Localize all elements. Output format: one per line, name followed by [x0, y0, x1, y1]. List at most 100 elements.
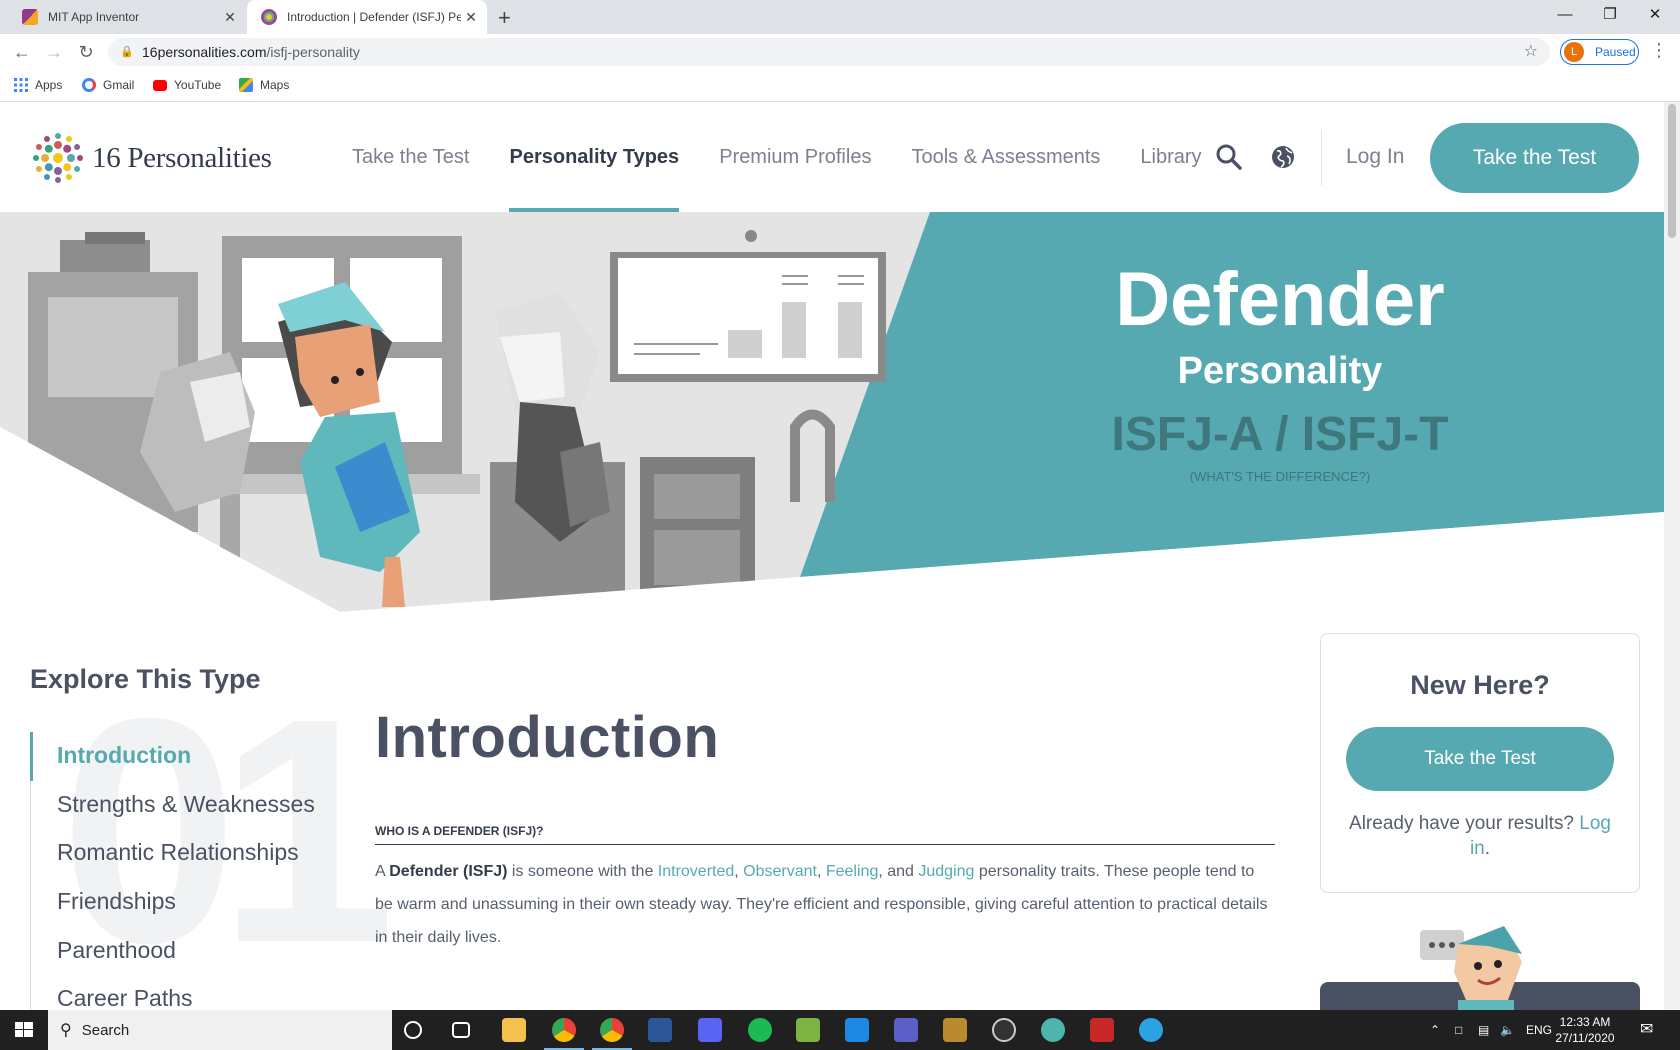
- main-nav: Take the Test Personality Types Premium …: [352, 102, 1242, 212]
- forward-arrow-icon[interactable]: →: [42, 40, 66, 64]
- intro-bold: Defender (ISFJ): [389, 863, 508, 880]
- bookmark-gmail[interactable]: Gmail: [82, 78, 134, 92]
- logo-dot: [55, 133, 61, 139]
- nav-take-the-test[interactable]: Take the Test: [352, 102, 469, 212]
- app-icon[interactable]: [845, 1018, 869, 1042]
- tray-chevron-icon[interactable]: ⌃: [1430, 1010, 1440, 1050]
- login-link[interactable]: Log In: [1346, 102, 1404, 212]
- taskbar-clock[interactable]: 12:33 AM 27/11/2020: [1545, 1014, 1625, 1046]
- address-bar-row: ← → ↻ 🔒 16personalities.com/isfj-persona…: [0, 34, 1680, 70]
- url-host: 16personalities.com: [142, 44, 267, 60]
- search-icon[interactable]: [1214, 142, 1244, 172]
- telegram-icon[interactable]: [1139, 1018, 1163, 1042]
- nav-personality-types[interactable]: Personality Types: [509, 102, 679, 212]
- card-take-the-test-button[interactable]: Take the Test: [1346, 727, 1614, 791]
- whats-the-difference-link[interactable]: (WHAT'S THE DIFFERENCE?): [1000, 469, 1560, 484]
- chrome-profile-icon[interactable]: [600, 1018, 624, 1042]
- network-icon[interactable]: ▤: [1478, 1010, 1489, 1050]
- app-globe-icon[interactable]: [1041, 1018, 1065, 1042]
- reload-icon[interactable]: ↻: [74, 40, 98, 64]
- globe-icon[interactable]: [1268, 142, 1298, 172]
- volume-icon[interactable]: 🔈: [1500, 1010, 1515, 1050]
- bookmark-youtube[interactable]: YouTube: [153, 78, 221, 92]
- logo-dot: [53, 153, 63, 163]
- nav-tools-assessments[interactable]: Tools & Assessments: [911, 102, 1100, 212]
- spotify-icon[interactable]: [748, 1018, 772, 1042]
- bookmark-maps[interactable]: Maps: [239, 78, 289, 92]
- intro-text: , and: [878, 863, 919, 880]
- mit-app-inventor-favicon-icon: [22, 9, 38, 25]
- logo-dot: [44, 144, 53, 153]
- nav-library[interactable]: Library: [1140, 102, 1201, 212]
- hero-title: Defender: [1115, 257, 1445, 342]
- logo-dot: [77, 155, 83, 161]
- minimize-icon[interactable]: —: [1540, 0, 1590, 30]
- logo-dot: [63, 144, 72, 153]
- bookmark-apps[interactable]: Apps: [14, 78, 62, 92]
- sidebar-item-romantic-relationships[interactable]: Romantic Relationships: [30, 829, 315, 878]
- sidebar-item-strengths-weaknesses[interactable]: Strengths & Weaknesses: [30, 781, 315, 830]
- sidebar-item-career-paths[interactable]: Career Paths: [30, 975, 315, 1024]
- browser-menu-icon[interactable]: ⋮: [1650, 40, 1668, 61]
- sidebar-item-friendships[interactable]: Friendships: [30, 878, 315, 927]
- bookmark-star-icon[interactable]: ☆: [1524, 38, 1538, 66]
- card-question: Already have your results?: [1349, 813, 1580, 834]
- tab-title: Introduction | Defender (ISFJ) Per: [287, 10, 461, 24]
- logo-dot: [35, 166, 42, 172]
- sidebar-item-parenthood[interactable]: Parenthood: [30, 927, 315, 976]
- restore-window-icon[interactable]: ❐: [1585, 0, 1635, 30]
- file-explorer-icon[interactable]: [502, 1018, 526, 1042]
- bookmark-label: Gmail: [103, 78, 135, 92]
- logo-dot: [55, 177, 61, 183]
- tab-title: MIT App Inventor: [48, 10, 140, 24]
- task-view-icon[interactable]: [452, 1022, 470, 1038]
- close-tab-icon[interactable]: ✕: [461, 9, 481, 26]
- trait-link-observant[interactable]: Observant: [743, 863, 817, 880]
- nav-premium-profiles[interactable]: Premium Profiles: [719, 102, 871, 212]
- back-arrow-icon[interactable]: ←: [10, 40, 34, 64]
- cortana-icon[interactable]: [404, 1021, 422, 1039]
- scrollbar-thumb[interactable]: [1668, 104, 1676, 238]
- notifications-icon[interactable]: ✉: [1640, 1010, 1653, 1050]
- sidebar-item-introduction[interactable]: Introduction: [30, 732, 315, 781]
- logo-dot: [44, 163, 53, 172]
- logo-dot: [54, 141, 62, 149]
- obs-icon[interactable]: [992, 1018, 1016, 1042]
- card-heading: New Here?: [1410, 670, 1550, 700]
- apps-grid-icon: [14, 78, 28, 92]
- discord-icon[interactable]: [698, 1018, 722, 1042]
- intro-text: A: [375, 863, 390, 880]
- page-scrollbar[interactable]: [1664, 102, 1680, 1010]
- league-icon[interactable]: [943, 1018, 967, 1042]
- tab-16personalities[interactable]: Introduction | Defender (ISFJ) Per ✕: [247, 0, 487, 34]
- trait-link-feeling[interactable]: Feeling: [826, 863, 878, 880]
- word-icon[interactable]: [648, 1018, 672, 1042]
- trait-link-introverted[interactable]: Introverted: [658, 863, 734, 880]
- logo-dot: [63, 163, 72, 172]
- browser-tab-bar: MIT App Inventor ✕ Introduction | Defend…: [0, 0, 1680, 34]
- tab-mit-app-inventor[interactable]: MIT App Inventor ✕: [8, 0, 246, 34]
- maps-pin-icon: [239, 78, 253, 92]
- site-logo[interactable]: 16 Personalities: [32, 132, 272, 184]
- hero-subtitle: Personality: [1177, 350, 1383, 392]
- profile-button[interactable]: L Paused: [1560, 39, 1639, 65]
- teams-icon[interactable]: [894, 1018, 918, 1042]
- 16personalities-favicon-icon: [261, 9, 277, 25]
- close-tab-icon[interactable]: ✕: [220, 9, 240, 26]
- logo-dot: [41, 154, 49, 162]
- logo-dot: [35, 144, 42, 150]
- url-input[interactable]: 🔒 16personalities.com/isfj-personality ☆: [108, 38, 1550, 66]
- filezilla-icon[interactable]: [1090, 1018, 1114, 1042]
- tray-device-icon[interactable]: □: [1455, 1010, 1462, 1050]
- intro-paragraph: A Defender (ISFJ) is someone with the In…: [375, 855, 1275, 954]
- card-period: .: [1484, 838, 1491, 859]
- trait-link-judging[interactable]: Judging: [918, 863, 974, 880]
- youtube-icon: [153, 79, 167, 91]
- logo-dot: [74, 166, 81, 172]
- take-the-test-button[interactable]: Take the Test: [1430, 123, 1639, 193]
- google-g-icon: [82, 78, 96, 92]
- new-tab-plus-icon[interactable]: +: [498, 5, 511, 31]
- chrome-icon[interactable]: [552, 1018, 576, 1042]
- close-window-icon[interactable]: ✕: [1630, 0, 1680, 30]
- notepad-icon[interactable]: [796, 1018, 820, 1042]
